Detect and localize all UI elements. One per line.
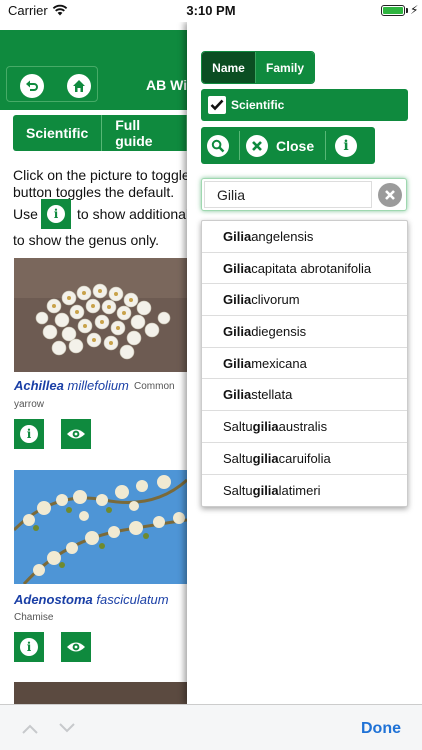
tab-scientific[interactable]: Scientific: [13, 115, 103, 151]
achillea-photo[interactable]: [14, 258, 187, 372]
top-bar: AB Wi: [0, 30, 187, 110]
autocomplete-item[interactable]: Saltu gilia caruifolia: [202, 443, 407, 475]
eye-icon: [67, 429, 85, 439]
app-title: AB Wi: [146, 77, 187, 93]
search-drawer: Name Family Scientific Close i Gilia Gil…: [187, 22, 422, 704]
chevron-down-icon[interactable]: [59, 719, 75, 735]
tab-full-guide[interactable]: Full guide: [102, 115, 187, 151]
clear-search-button[interactable]: [378, 183, 402, 207]
checkmark-icon: [208, 96, 226, 114]
info-button[interactable]: i: [14, 632, 44, 662]
search-button[interactable]: [207, 135, 229, 157]
close-label: Close: [276, 137, 315, 154]
status-bar: Carrier 3:10 PM ⚡: [0, 0, 422, 22]
home-icon: [73, 80, 85, 92]
clear-icon: [385, 190, 395, 200]
action-bar: Close i: [201, 127, 375, 164]
info-icon: i: [20, 425, 38, 443]
autocomplete-item[interactable]: Saltu gilia australis: [202, 411, 407, 443]
divider: [325, 131, 326, 160]
sort-segmented-control: Name Family: [201, 51, 315, 84]
search-input[interactable]: [204, 181, 372, 208]
intro-line-1: Click on the picture to toggle b: [13, 167, 187, 183]
charging-icon: ⚡: [410, 3, 419, 17]
close-button[interactable]: Close: [246, 133, 314, 158]
autocomplete-item[interactable]: Gilia capitata abrotanifolia: [202, 253, 407, 285]
scientific-checkbox[interactable]: Scientific: [201, 89, 408, 121]
view-button[interactable]: [61, 419, 91, 449]
autocomplete-item[interactable]: Gilia stellata: [202, 379, 407, 412]
inline-info-icon: i: [41, 199, 71, 229]
autocomplete-item[interactable]: Gilia angelensis: [202, 221, 407, 253]
close-icon: [246, 134, 268, 157]
info-icon: i: [20, 638, 38, 656]
intro-line-2: button toggles the default.: [13, 184, 175, 200]
intro-line-3-prefix: Use: [13, 206, 38, 222]
plant-photo[interactable]: [14, 682, 187, 704]
nav-button-group: [6, 66, 98, 102]
scientific-label: Scientific: [231, 98, 285, 112]
segment-name[interactable]: Name: [202, 52, 256, 83]
common-name-line-1: Common: [134, 381, 175, 392]
info-icon: i: [343, 138, 349, 154]
clock: 3:10 PM: [186, 3, 236, 18]
intro-line-3-suffix: to show additional i: [77, 206, 187, 222]
eye-icon: [67, 642, 85, 652]
autocomplete-item[interactable]: Saltu gilia latimeri: [202, 475, 407, 507]
intro-line-4: to show the genus only.: [13, 232, 160, 248]
home-button[interactable]: [67, 74, 91, 98]
done-button[interactable]: Done: [361, 720, 401, 738]
battery-tip: [406, 8, 408, 13]
autocomplete-list: Gilia angelensis Gilia capitata abrotani…: [201, 220, 408, 508]
plant-name-achillea[interactable]: Achillea millefolium: [14, 378, 129, 393]
genus-label: Achillea: [14, 378, 64, 393]
adenostoma-photo[interactable]: [14, 470, 187, 584]
segment-family[interactable]: Family: [255, 52, 314, 83]
back-button[interactable]: [20, 74, 44, 98]
guide-tabs: Scientific Full guide: [13, 115, 187, 151]
autocomplete-item[interactable]: Gilia diegensis: [202, 316, 407, 348]
common-name-line-2: yarrow: [14, 399, 45, 410]
guide-page: AB Wi Scientific Full guide Click on the…: [0, 22, 187, 704]
species-label: fasciculatum: [96, 592, 169, 607]
species-label: millefolium: [67, 378, 129, 393]
info-button[interactable]: i: [14, 419, 44, 449]
divider: [239, 131, 240, 160]
plant-name-adenostoma[interactable]: Adenostoma fasciculatum: [14, 592, 169, 607]
chevron-up-icon[interactable]: [22, 721, 38, 737]
info-button[interactable]: i: [335, 135, 357, 157]
common-name: Chamise: [14, 612, 54, 623]
view-button[interactable]: [61, 632, 91, 662]
search-icon: [211, 139, 225, 153]
keyboard-accessory-bar: Done: [0, 704, 422, 750]
battery-icon: [381, 5, 405, 16]
search-field: [201, 178, 407, 211]
genus-label: Adenostoma: [14, 592, 93, 607]
autocomplete-item[interactable]: Gilia mexicana: [202, 348, 407, 380]
autocomplete-item[interactable]: Gilia clivorum: [202, 284, 407, 317]
undo-icon: [26, 80, 38, 91]
